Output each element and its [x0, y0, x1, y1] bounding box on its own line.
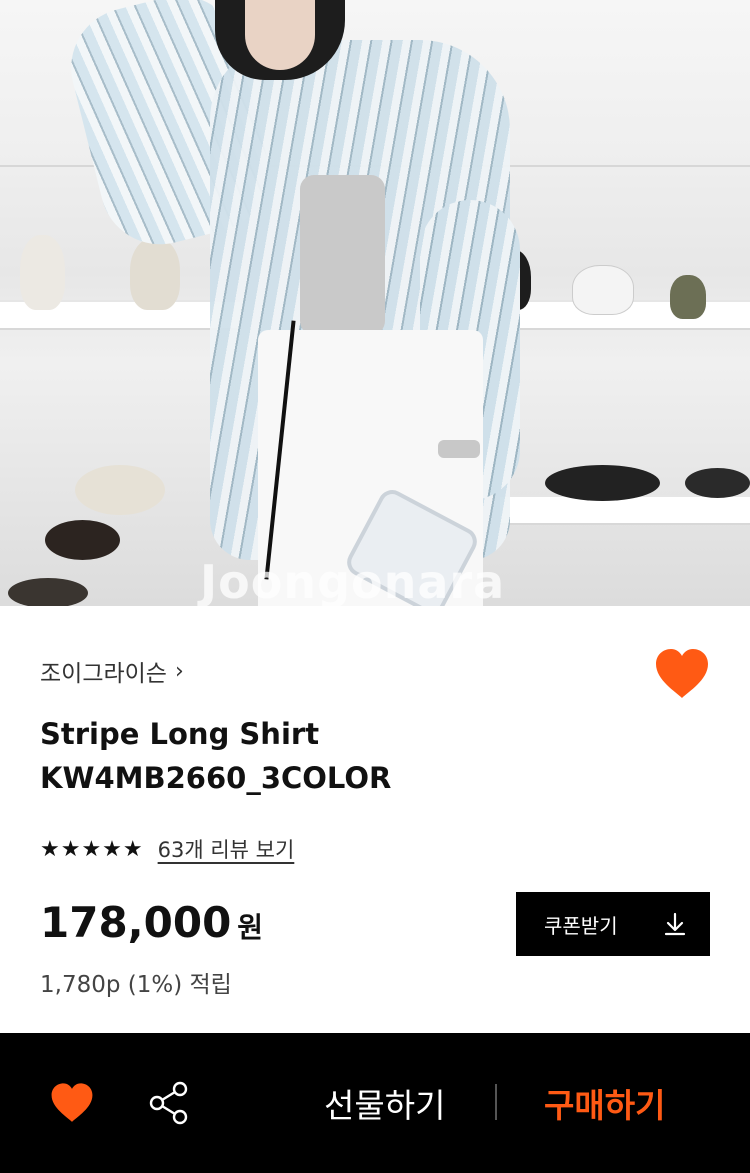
download-icon — [664, 912, 686, 936]
plate — [75, 465, 165, 515]
watermark: Joongonara — [200, 555, 506, 606]
wishlist-heart-icon[interactable] — [654, 648, 710, 700]
brand-name: 조이그라이슨 — [40, 661, 167, 687]
plate — [8, 578, 88, 606]
heart-icon — [656, 649, 708, 698]
chevron-right-icon: › — [174, 658, 184, 684]
product-image[interactable]: Joongonara — [0, 0, 750, 606]
share-icon — [149, 1081, 188, 1125]
plate — [45, 520, 120, 560]
buy-button[interactable]: 구매하기 — [544, 1079, 665, 1127]
share-button[interactable] — [148, 1080, 190, 1126]
product-title-line1: Stripe Long Shirt — [40, 717, 320, 751]
divider — [495, 1084, 497, 1120]
vase — [670, 275, 706, 319]
vase — [130, 238, 180, 310]
product-title: Stripe Long Shirt KW4MB2660_3COLOR — [40, 712, 391, 800]
coupon-label: 쿠폰받기 — [544, 913, 618, 938]
bottom-wishlist-button[interactable] — [50, 1082, 94, 1124]
rating-row: ★★★★★ 63개 리뷰 보기 — [40, 834, 294, 864]
brand-link[interactable]: 조이그라이슨 › — [40, 654, 184, 688]
plate — [545, 465, 660, 501]
star-rating: ★★★★★ — [40, 836, 144, 862]
review-link[interactable]: 63개 리뷰 보기 — [158, 834, 295, 864]
heart-icon — [51, 1083, 93, 1122]
price-unit: 원 — [237, 911, 264, 944]
plate — [685, 468, 750, 498]
vase — [20, 235, 65, 310]
gift-button[interactable]: 선물하기 — [324, 1079, 445, 1127]
person-face — [245, 0, 315, 70]
points-info: 1,780p (1%) 적립 — [40, 972, 232, 998]
watch — [438, 440, 480, 458]
price-amount: 178,000 — [40, 898, 232, 947]
price: 178,000 원 — [40, 898, 263, 947]
vase — [572, 265, 634, 315]
coupon-button[interactable]: 쿠폰받기 — [516, 892, 710, 956]
product-title-line2: KW4MB2660_3COLOR — [40, 761, 392, 795]
person-top — [300, 175, 385, 335]
